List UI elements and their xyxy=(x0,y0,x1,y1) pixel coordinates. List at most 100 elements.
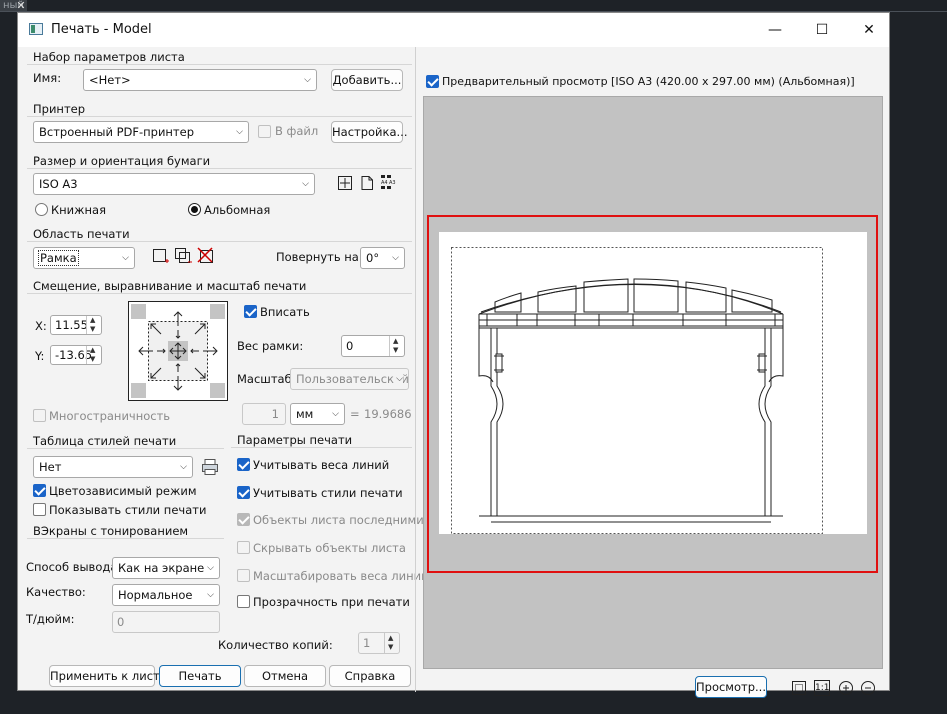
zoom-one-to-one-icon[interactable]: 1:1 xyxy=(814,680,830,696)
highlight-frame xyxy=(427,215,878,573)
dialog-content: Набор параметров листа Имя: <Нет> ⌵ Доба… xyxy=(18,47,889,698)
paperspace-last-label: Объекты листа последними xyxy=(253,513,424,527)
frame-weight-label: Вес рамки: xyxy=(237,339,304,353)
print-options-group-title: Параметры печати xyxy=(237,433,353,447)
landscape-radio[interactable] xyxy=(188,203,201,216)
paper-size-list-icon[interactable]: A4 A3 xyxy=(380,174,398,192)
printer-divider xyxy=(27,116,412,117)
landscape-label: Альбомная xyxy=(204,203,271,217)
select-window-icon[interactable] xyxy=(152,247,170,265)
cancel-button[interactable]: Отмена xyxy=(244,665,326,687)
scale-value: Пользовательский xyxy=(296,372,409,386)
print-area-combo[interactable]: Рамка ⌵ xyxy=(33,247,135,269)
color-dependent-checkbox[interactable] xyxy=(33,484,46,497)
preview-label: Предварительный просмотр [ISO A3 (420.00… xyxy=(442,75,855,88)
apply-to-layout-button[interactable]: Применить к листу xyxy=(49,665,167,687)
scale-number-input[interactable]: 1 xyxy=(242,403,286,425)
printer-settings-button[interactable]: Настройка... xyxy=(331,121,408,143)
multipage-label: Многостраничность xyxy=(49,409,171,423)
svg-text:A4: A4 xyxy=(381,180,388,186)
chevron-down-icon: ⌵ xyxy=(207,590,214,600)
plot-styles-checkbox[interactable] xyxy=(237,486,250,499)
paper-divider xyxy=(27,168,412,169)
transparency-label: Прозрачность при печати xyxy=(253,595,410,609)
show-styles-checkbox[interactable] xyxy=(33,503,46,516)
scale-number-value: 1 xyxy=(271,407,279,421)
paper-extents-icon[interactable] xyxy=(337,175,353,191)
paper-size-value: ISO A3 xyxy=(39,177,78,191)
preview-button[interactable]: Просмотр... xyxy=(695,676,767,698)
chevron-down-icon: ⌵ xyxy=(304,75,311,85)
to-file-checkbox[interactable] xyxy=(258,125,271,138)
rotate-combo[interactable]: 0° ⌵ xyxy=(360,247,405,269)
printer-edit-icon[interactable] xyxy=(201,458,219,476)
copies-arrows[interactable]: ▲ ▼ xyxy=(384,633,399,653)
output-label: Способ вывода: xyxy=(26,560,122,574)
help-button[interactable]: Справка xyxy=(329,665,411,687)
shaded-group-title: ВЭкраны с тонированием xyxy=(33,524,189,538)
x-label: X: xyxy=(35,319,47,333)
style-table-combo[interactable]: Нет ⌵ xyxy=(33,456,193,478)
maximize-button[interactable]: ☐ xyxy=(807,19,837,41)
x-offset-stepper[interactable]: 11.55 ▲ ▼ xyxy=(50,315,102,335)
chevron-down-icon: ⌵ xyxy=(236,127,243,137)
alignment-grid[interactable] xyxy=(128,301,228,401)
window-title: Печать - Model xyxy=(51,22,152,37)
multipage-checkbox[interactable] xyxy=(33,409,46,422)
page-setup-name-combo[interactable]: <Нет> ⌵ xyxy=(83,69,317,91)
line-weights-checkbox[interactable] xyxy=(237,458,250,471)
printer-group-title: Принтер xyxy=(33,102,86,116)
paper-orientation-icon[interactable] xyxy=(360,175,374,191)
chevron-down-icon: ⌵ xyxy=(392,253,399,263)
unit-combo[interactable]: мм ⌵ xyxy=(290,403,345,425)
shaded-divider xyxy=(27,538,224,539)
print-area-value: Рамка xyxy=(38,250,79,266)
output-combo[interactable]: Как на экране ⌵ xyxy=(112,557,220,579)
y-offset-stepper[interactable]: -13.65 ▲ ▼ xyxy=(50,345,102,365)
scale-lineweights-checkbox[interactable] xyxy=(237,569,250,582)
chevron-down-icon: ⌵ xyxy=(332,409,339,419)
minimize-button[interactable]: — xyxy=(760,19,790,41)
close-button[interactable]: ✕ xyxy=(854,19,884,41)
title-bar: Печать - Model — ☐ ✕ xyxy=(18,13,889,47)
x-offset-arrows[interactable]: ▲ ▼ xyxy=(86,316,101,334)
remove-window-icon[interactable] xyxy=(196,246,216,266)
zoom-extents-icon[interactable] xyxy=(791,680,807,696)
chevron-down-icon: ⌵ xyxy=(207,563,214,573)
print-button[interactable]: Печать xyxy=(159,665,241,687)
rotate-value: 0° xyxy=(366,251,380,265)
dpi-input[interactable]: 0 xyxy=(112,611,220,633)
transparency-checkbox[interactable] xyxy=(237,595,250,608)
add-page-setup-button[interactable]: Добавить... xyxy=(331,69,403,91)
frame-weight-stepper[interactable]: 0 ▲ ▼ xyxy=(341,335,405,357)
quality-combo[interactable]: Нормальное ⌵ xyxy=(112,584,220,606)
chevron-down-icon: ⌵ xyxy=(394,369,403,389)
y-label: Y: xyxy=(35,349,45,363)
frame-weight-arrows[interactable]: ▲ ▼ xyxy=(389,336,404,356)
print-area-group-title: Область печати xyxy=(33,227,130,241)
style-table-divider xyxy=(27,448,224,449)
preview-checkbox[interactable] xyxy=(426,75,439,88)
portrait-radio[interactable] xyxy=(35,203,48,216)
scale-label: Масштаб: xyxy=(237,372,296,386)
portrait-label: Книжная xyxy=(51,203,107,217)
printer-combo[interactable]: Встроенный PDF-принтер ⌵ xyxy=(33,121,249,143)
paper-size-combo[interactable]: ISO A3 ⌵ xyxy=(33,173,315,195)
y-offset-arrows[interactable]: ▲ ▼ xyxy=(86,346,101,364)
preview-area xyxy=(423,96,883,669)
paperspace-last-checkbox[interactable] xyxy=(237,513,250,526)
unit-value: мм xyxy=(296,407,314,421)
copies-value: 1 xyxy=(363,636,371,650)
hide-objects-checkbox[interactable] xyxy=(237,541,250,554)
offset-group-title: Смещение, выравнивание и масштаб печати xyxy=(33,279,307,293)
plot-styles-label: Учитывать стили печати xyxy=(253,486,403,500)
add-window-icon[interactable] xyxy=(174,247,192,265)
zoom-out-icon[interactable] xyxy=(860,680,876,696)
fit-checkbox[interactable] xyxy=(244,305,257,318)
zoom-in-icon[interactable] xyxy=(838,680,854,696)
show-styles-label: Показывать стили печати xyxy=(49,503,207,517)
copies-stepper[interactable]: 1 ▲ ▼ xyxy=(358,632,400,654)
minimize-icon: — xyxy=(768,22,782,38)
style-table-value: Нет xyxy=(39,460,62,474)
scale-combo[interactable]: Пользовательский ⌵ xyxy=(290,368,409,390)
